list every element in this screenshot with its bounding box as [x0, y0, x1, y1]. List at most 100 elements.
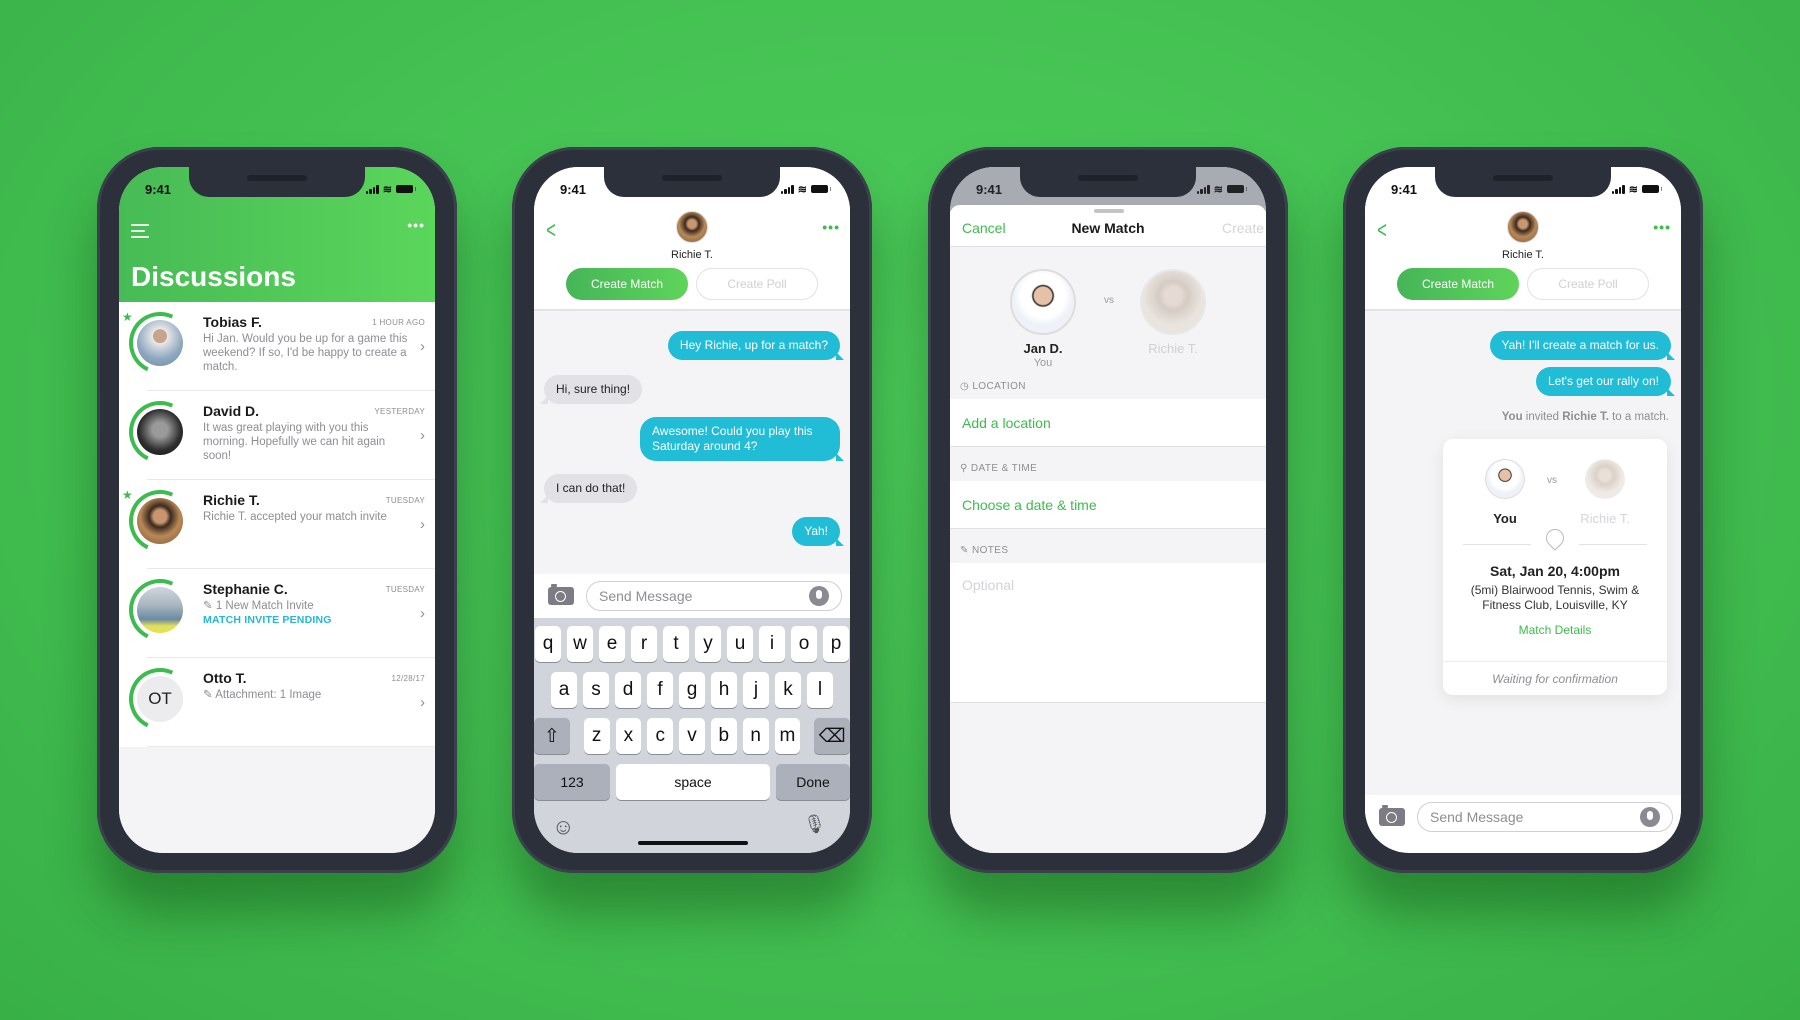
message-input-bar: Send Message [1365, 795, 1681, 839]
discussion-list: ★ Tobias F. 1 HOUR AGO Hi Jan. Would you… [119, 302, 435, 853]
key-i[interactable]: i [759, 626, 785, 662]
key-t[interactable]: t [663, 626, 689, 662]
back-icon[interactable]: < [546, 217, 556, 245]
camera-icon[interactable] [1379, 805, 1405, 826]
backspace-key[interactable]: ⌫ [814, 718, 850, 754]
signal-icon [1611, 184, 1625, 194]
chevron-right-icon[interactable]: › [420, 516, 425, 533]
datetime-value: Choose a date & time [962, 496, 1097, 513]
key-f[interactable]: f [647, 672, 673, 708]
menu-icon[interactable] [131, 224, 149, 238]
timestamp: 12/28/17 [391, 674, 425, 683]
battery-icon [1227, 185, 1247, 193]
paperclip-icon: ✎ [203, 600, 216, 612]
match-details-link[interactable]: Match Details [1443, 623, 1667, 637]
player2-name: Richie T. [1148, 341, 1198, 356]
message-preview: Richie T. accepted your match invite [203, 511, 387, 523]
list-item[interactable]: OT Otto T. 12/28/17 ✎ Attachment: 1 Imag… [119, 658, 435, 747]
key-d[interactable]: d [615, 672, 641, 708]
new-match-sheet: Cancel New Match Create vs Jan D. You Ri… [950, 205, 1266, 853]
key-j[interactable]: j [743, 672, 769, 708]
signal-icon [1196, 184, 1210, 194]
message-input[interactable]: Send Message [1417, 802, 1673, 832]
camera-icon[interactable] [548, 584, 574, 605]
chevron-right-icon[interactable]: › [420, 694, 425, 711]
contact-avatar[interactable] [676, 211, 708, 243]
message-input-placeholder: Send Message [599, 588, 693, 604]
key-o[interactable]: o [791, 626, 817, 662]
clock-icon: ◷ [960, 381, 973, 392]
create-button[interactable]: Create [1222, 220, 1264, 236]
match-card[interactable]: vs You Richie T. Sat, Jan 20, 4:00pm (5m… [1443, 439, 1667, 695]
microphone-icon[interactable] [1640, 807, 1660, 827]
key-g[interactable]: g [679, 672, 705, 708]
key-z[interactable]: z [583, 718, 610, 754]
shift-key[interactable]: ⇧ [534, 718, 570, 754]
more-icon[interactable]: ••• [822, 219, 840, 235]
battery-icon [811, 185, 831, 193]
key-v[interactable]: v [679, 718, 705, 754]
list-item[interactable]: ★ Tobias F. 1 HOUR AGO Hi Jan. Would you… [119, 302, 435, 391]
chevron-right-icon[interactable]: › [420, 338, 425, 355]
home-indicator [638, 841, 748, 845]
signal-icon [365, 184, 379, 194]
chevron-right-icon[interactable]: › [420, 427, 425, 444]
location-field[interactable]: Add a location [950, 399, 1266, 447]
phone-new-match: 9:41 ≋ Cancel New Match Create vs Jan D.… [928, 147, 1288, 873]
key-c[interactable]: c [647, 718, 674, 754]
key-r[interactable]: r [631, 626, 657, 662]
key-a[interactable]: a [551, 672, 577, 708]
back-icon[interactable]: < [1377, 217, 1387, 245]
list-item[interactable]: David D. YESTERDAY It was great playing … [119, 391, 435, 480]
list-item[interactable]: ★ Richie T. TUESDAY Richie T. accepted y… [119, 480, 435, 569]
key-y[interactable]: y [695, 626, 721, 662]
key-q[interactable]: q [535, 626, 561, 662]
key-h[interactable]: h [711, 672, 737, 708]
microphone-icon[interactable] [809, 586, 829, 606]
player1-avatar [1010, 269, 1076, 335]
more-icon[interactable]: ••• [1653, 219, 1671, 235]
divider [1579, 544, 1647, 545]
numbers-key[interactable]: 123 [534, 764, 610, 800]
page-title: Discussions [131, 261, 296, 292]
emoji-icon[interactable]: ☺ [552, 814, 574, 840]
more-icon[interactable]: ••• [407, 217, 425, 233]
message-bubble-out: Hey Richie, up for a match? [667, 331, 845, 360]
datetime-field[interactable]: Choose a date & time [950, 481, 1266, 529]
wifi-icon: ≋ [382, 183, 392, 196]
notch [1435, 167, 1611, 197]
contact-avatar[interactable] [1507, 211, 1539, 243]
key-m[interactable]: m [774, 718, 801, 754]
notes-field[interactable]: Optional [950, 563, 1266, 703]
message-input-placeholder: Send Message [1430, 809, 1524, 825]
message-thread: Hey Richie, up for a match? Hi, sure thi… [534, 311, 850, 574]
status-time: 9:41 [976, 181, 1003, 197]
key-w[interactable]: w [567, 626, 593, 662]
chevron-right-icon[interactable]: › [420, 605, 425, 622]
timestamp: TUESDAY [385, 496, 425, 505]
key-e[interactable]: e [599, 626, 625, 662]
notch [189, 167, 365, 197]
list-item[interactable]: Stephanie C. TUESDAY ✎ 1 New Match Invit… [119, 569, 435, 658]
key-s[interactable]: s [583, 672, 609, 708]
avatar [137, 587, 183, 633]
create-match-button[interactable]: Create Match [1397, 268, 1519, 300]
message-input[interactable]: Send Message [586, 581, 842, 611]
key-b[interactable]: b [710, 718, 737, 754]
create-poll-button[interactable]: Create Poll [696, 268, 818, 300]
key-n[interactable]: n [742, 718, 769, 754]
dictation-microphone-icon[interactable]: 🎙︎ [803, 814, 826, 835]
match-status: Waiting for confirmation [1443, 661, 1667, 695]
key-u[interactable]: u [727, 626, 753, 662]
key-p[interactable]: p [823, 626, 849, 662]
key-l[interactable]: l [807, 672, 833, 708]
create-poll-button[interactable]: Create Poll [1527, 268, 1649, 300]
notch [604, 167, 780, 197]
contact-name: Richie T. [671, 249, 713, 261]
player2-avatar[interactable] [1140, 269, 1206, 335]
create-match-button[interactable]: Create Match [566, 268, 688, 300]
space-key[interactable]: space [616, 764, 770, 800]
key-k[interactable]: k [775, 672, 801, 708]
done-key[interactable]: Done [776, 764, 850, 800]
key-x[interactable]: x [615, 718, 642, 754]
